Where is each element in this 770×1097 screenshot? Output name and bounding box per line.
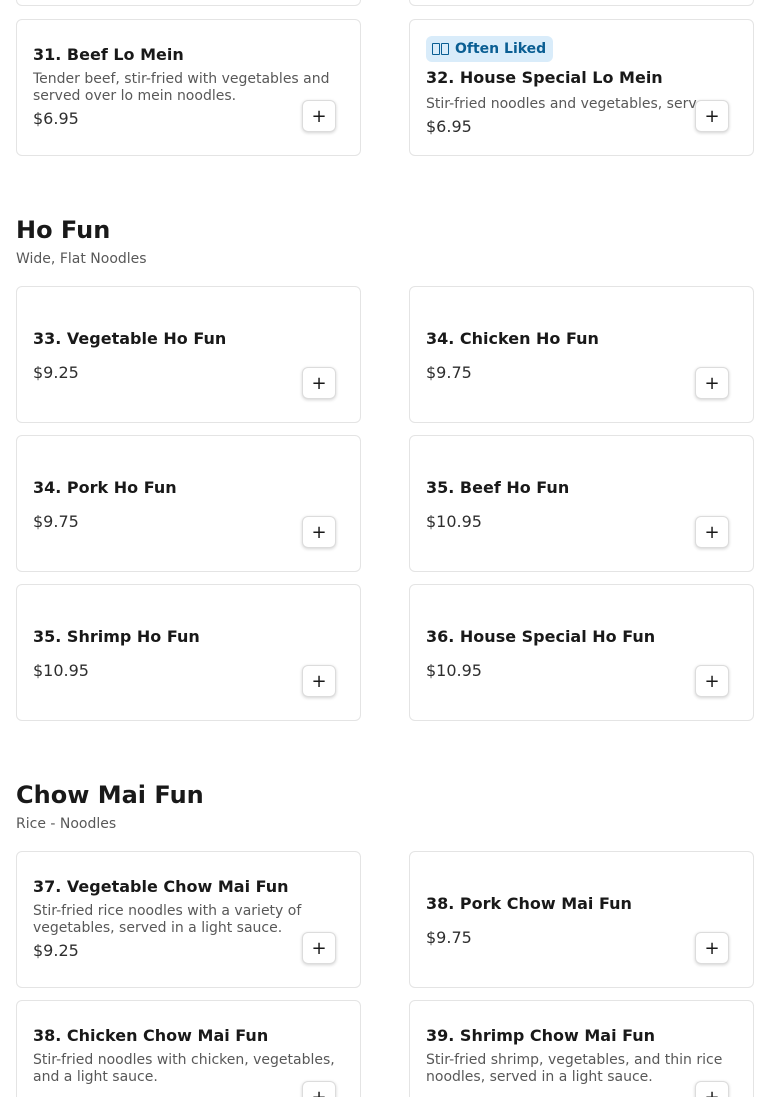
item-price: $9.75 — [426, 928, 472, 947]
item-title: 38. Chicken Chow Mai Fun — [33, 1026, 269, 1045]
item-price: $9.25 — [33, 941, 79, 960]
menu-item-card[interactable]: 33. Vegetable Ho Fun $9.25 + — [16, 286, 361, 423]
item-title: 38. Pork Chow Mai Fun — [426, 894, 632, 913]
add-to-cart-button[interactable]: + — [302, 367, 336, 399]
item-title: 34. Chicken Ho Fun — [426, 329, 599, 348]
menu-item-card[interactable]: Often Liked 32. House Special Lo Mein St… — [409, 19, 754, 156]
item-title: 34. Pork Ho Fun — [33, 478, 177, 497]
item-price: $10.95 — [33, 661, 89, 680]
menu-item-card[interactable]: 37. Vegetable Chow Mai Fun Stir-fried ri… — [16, 851, 361, 988]
add-to-cart-button[interactable]: + — [695, 665, 729, 697]
item-description: Stir-fried noodles with chicken, vegetab… — [33, 1052, 335, 1085]
menu-item-card[interactable]: 38. Chicken Chow Mai Fun Stir-fried nood… — [16, 1000, 361, 1097]
item-description: Stir-fried noodles and vegetables, serv.… — [426, 96, 709, 112]
add-to-cart-button[interactable]: + — [695, 100, 729, 132]
item-title: 32. House Special Lo Mein — [426, 68, 663, 87]
section-subtitle: Rice - Noodles — [16, 816, 117, 832]
add-to-cart-button[interactable]: + — [302, 516, 336, 548]
item-description: Stir-fried rice noodles with a variety o… — [33, 903, 302, 936]
add-to-cart-button[interactable]: + — [695, 367, 729, 399]
add-to-cart-button[interactable]: + — [302, 100, 336, 132]
menu-item-card[interactable]: 35. Shrimp Ho Fun $10.95 + — [16, 584, 361, 721]
item-price: $9.75 — [426, 363, 472, 382]
add-to-cart-button[interactable]: + — [695, 516, 729, 548]
menu-item-card[interactable]: 34. Pork Ho Fun $9.75 + — [16, 435, 361, 572]
item-description: Stir-fried shrimp, vegetables, and thin … — [426, 1052, 723, 1085]
section-title: Ho Fun — [16, 216, 111, 244]
menu-item-card-partial[interactable] — [409, 0, 754, 6]
item-price: $10.95 — [426, 512, 482, 531]
add-to-cart-button[interactable]: + — [695, 932, 729, 964]
item-title: 39. Shrimp Chow Mai Fun — [426, 1026, 656, 1045]
menu-item-card[interactable]: 34. Chicken Ho Fun $9.75 + — [409, 286, 754, 423]
item-title: 36. House Special Ho Fun — [426, 627, 656, 646]
item-description: Tender beef, stir-fried with vegetables … — [33, 71, 330, 104]
menu-item-card[interactable]: 36. House Special Ho Fun $10.95 + — [409, 584, 754, 721]
menu-item-card[interactable]: 39. Shrimp Chow Mai Fun Stir-fried shrim… — [409, 1000, 754, 1097]
add-to-cart-button[interactable]: + — [302, 932, 336, 964]
item-title: 35. Beef Ho Fun — [426, 478, 570, 497]
section-title: Chow Mai Fun — [16, 781, 204, 809]
add-to-cart-button[interactable]: + — [302, 665, 336, 697]
menu-item-card[interactable]: 35. Beef Ho Fun $10.95 + — [409, 435, 754, 572]
often-liked-badge: Often Liked — [426, 36, 554, 62]
add-to-cart-button[interactable]: + — [302, 1081, 336, 1097]
thumbs-up-icon — [432, 43, 449, 55]
menu-item-card[interactable]: 38. Pork Chow Mai Fun $9.75 + — [409, 851, 754, 988]
section-subtitle: Wide, Flat Noodles — [16, 251, 147, 267]
item-price: $9.75 — [33, 512, 79, 531]
item-title: 33. Vegetable Ho Fun — [33, 329, 227, 348]
badge-label: Often Liked — [455, 41, 547, 57]
item-price: $10.95 — [426, 661, 482, 680]
item-title: 37. Vegetable Chow Mai Fun — [33, 877, 289, 896]
menu-item-card[interactable]: 31. Beef Lo Mein Tender beef, stir-fried… — [16, 19, 361, 156]
item-price: $9.25 — [33, 363, 79, 382]
item-price: $6.95 — [33, 109, 79, 128]
item-title: 35. Shrimp Ho Fun — [33, 627, 200, 646]
item-price: $6.95 — [426, 117, 472, 136]
menu-item-card-partial[interactable] — [16, 0, 361, 6]
item-title: 31. Beef Lo Mein — [33, 45, 184, 64]
add-to-cart-button[interactable]: + — [695, 1081, 729, 1097]
